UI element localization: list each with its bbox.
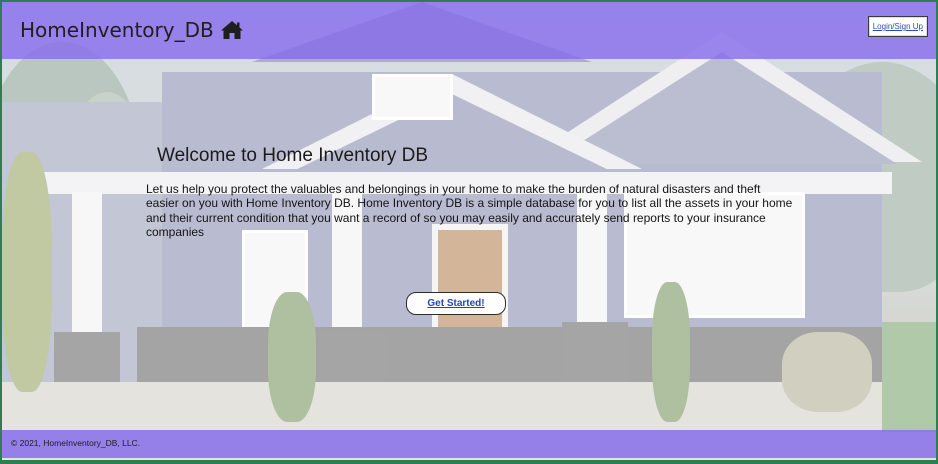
copyright-text: © 2021, HomeInventory_DB, LLC.: [11, 438, 141, 448]
home-icon: [220, 20, 244, 40]
get-started-button[interactable]: Get Started!: [406, 292, 506, 315]
footer: © 2021, HomeInventory_DB, LLC.: [2, 430, 936, 458]
intro-paragraph: Let us help you protect the valuables an…: [146, 182, 793, 240]
navbar: HomeInventory_DB Login/Sign Up: [2, 2, 936, 59]
login-signup-button[interactable]: Login/Sign Up: [867, 16, 928, 37]
brand-name[interactable]: HomeInventory_DB: [20, 18, 214, 42]
page-title: Welcome to Home Inventory DB: [157, 145, 429, 166]
brand-logo[interactable]: HomeInventory_DB: [20, 18, 244, 42]
